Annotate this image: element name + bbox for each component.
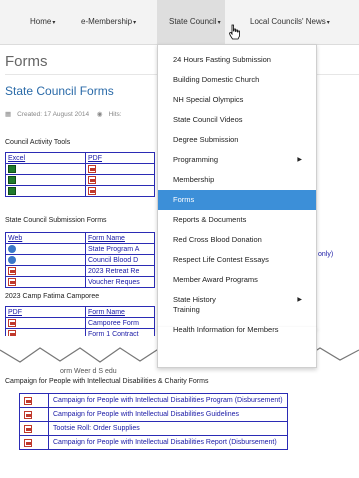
col-form-name: Form Name xyxy=(85,232,155,244)
section-submission-forms: State Council Submission Forms xyxy=(5,217,107,224)
eye-icon: ◉ xyxy=(96,111,103,118)
calendar-icon: ▦ xyxy=(5,111,12,118)
nav-state-council[interactable]: State Council▾ xyxy=(157,0,225,44)
caret-down-icon: ▾ xyxy=(52,20,56,26)
created-date: Created: 17 August 2014 xyxy=(17,111,90,118)
page-title: Forms xyxy=(5,53,48,70)
state-council-dropdown: 24 Hours Fasting Submission Building Dom… xyxy=(157,44,317,329)
nav-home-label: Home xyxy=(30,17,52,26)
pdf-icon[interactable] xyxy=(88,187,96,195)
caret-down-icon: ▾ xyxy=(133,20,137,26)
menu-item-member-award-programs[interactable]: Member Award Programs xyxy=(158,270,316,290)
excel-icon[interactable] xyxy=(8,165,16,173)
form-name-suffix: only) xyxy=(318,251,334,258)
menu-item-programming[interactable]: Programming ▶ xyxy=(158,150,316,170)
menu-item-programming-label: Programming xyxy=(173,155,219,164)
menu-item-health-information[interactable]: Health Information for Members xyxy=(158,320,316,340)
article-title[interactable]: State Council Forms xyxy=(5,84,114,98)
pdf-icon[interactable] xyxy=(88,176,96,184)
camporee-table: PDF Form Name Camporee Form Form 1 Contr… xyxy=(5,306,155,340)
col-web: Web xyxy=(5,232,86,244)
pdf-icon[interactable] xyxy=(24,438,32,447)
menu-item-training[interactable]: Training xyxy=(158,300,316,320)
menu-item-respect-life-contest[interactable]: Respect Life Contest Essays xyxy=(158,250,316,270)
form-link[interactable]: Council Blood D xyxy=(85,254,155,266)
excel-icon[interactable] xyxy=(8,176,16,184)
form-link[interactable]: State Program A xyxy=(85,243,155,255)
col-excel[interactable]: Excel xyxy=(5,152,86,164)
caret-down-icon: ▾ xyxy=(217,20,221,26)
pdf-icon[interactable] xyxy=(8,319,16,327)
menu-item-membership[interactable]: Membership xyxy=(158,170,316,190)
menu-item-red-cross-blood-donation[interactable]: Red Cross Blood Donation xyxy=(158,230,316,250)
chevron-right-icon: ▶ xyxy=(297,157,302,163)
campaign-link[interactable]: Campaign for People with Intellectual Di… xyxy=(48,407,288,422)
nav-local-councils-news-label: Local Councils' News xyxy=(250,17,326,26)
menu-item-building-domestic-church[interactable]: Building Domestic Church xyxy=(158,70,316,90)
section-activity-tools: Council Activity Tools xyxy=(5,139,71,146)
form-link[interactable]: Camporee Form xyxy=(85,317,155,329)
col-form-name: Form Name xyxy=(85,306,155,318)
col-pdf[interactable]: PDF xyxy=(85,152,155,164)
form-link[interactable]: Voucher Reques xyxy=(85,276,155,288)
menu-item-nh-special-olympics[interactable]: NH Special Olympics xyxy=(158,90,316,110)
hand-cursor-icon xyxy=(229,24,240,40)
torn-text: orm Weer d S edu xyxy=(60,368,117,375)
article-meta: ▦ Created: 17 August 2014 ◉ Hits: xyxy=(5,110,128,118)
pdf-icon[interactable] xyxy=(24,410,32,419)
section-camporee: 2023 Camp Fatima Camporee xyxy=(5,293,100,300)
pdf-icon[interactable] xyxy=(8,267,16,275)
col-pdf: PDF xyxy=(5,306,86,318)
campaign-link[interactable]: Campaign for People with Intellectual Di… xyxy=(48,393,288,408)
nav-e-membership[interactable]: e-Membership▾ xyxy=(81,0,136,44)
campaign-link[interactable]: Tootsie Roll: Order Supplies xyxy=(48,421,288,436)
nav-state-council-label: State Council xyxy=(169,17,217,26)
section-campaign: Campaign for People with Intellectual Di… xyxy=(5,377,359,387)
top-navbar: Home▾ e-Membership▾ State Council▾ Local… xyxy=(0,0,359,45)
pdf-icon[interactable] xyxy=(24,424,32,433)
hits-label: Hits: xyxy=(108,111,122,118)
caret-down-icon: ▾ xyxy=(326,20,330,26)
nav-local-councils-news[interactable]: Local Councils' News▾ xyxy=(250,0,330,44)
campaign-link[interactable]: Campaign for People with Intellectual Di… xyxy=(48,435,288,450)
menu-item-reports-documents[interactable]: Reports & Documents xyxy=(158,210,316,230)
form-link[interactable]: 2023 Retreat Re xyxy=(85,265,155,277)
excel-icon[interactable] xyxy=(8,187,16,195)
nav-e-membership-label: e-Membership xyxy=(81,17,133,26)
nav-home[interactable]: Home▾ xyxy=(30,0,55,44)
menu-item-degree-submission[interactable]: Degree Submission xyxy=(158,130,316,150)
activity-table: Excel PDF xyxy=(5,152,155,197)
globe-icon[interactable] xyxy=(8,256,16,264)
globe-icon[interactable] xyxy=(8,245,16,253)
pdf-icon[interactable] xyxy=(8,278,16,286)
menu-item-forms[interactable]: Forms xyxy=(158,190,316,210)
menu-item-24-hours-fasting[interactable]: 24 Hours Fasting Submission xyxy=(158,50,316,70)
submission-table: Web Form Name State Program A Council Bl… xyxy=(5,232,155,288)
pdf-icon[interactable] xyxy=(88,165,96,173)
menu-item-state-council-videos[interactable]: State Council Videos xyxy=(158,110,316,130)
campaign-table: Campaign for People with Intellectual Di… xyxy=(19,393,288,450)
pdf-icon[interactable] xyxy=(24,396,32,405)
state-council-dropdown-continued: Training Health Information for Members xyxy=(157,305,317,368)
